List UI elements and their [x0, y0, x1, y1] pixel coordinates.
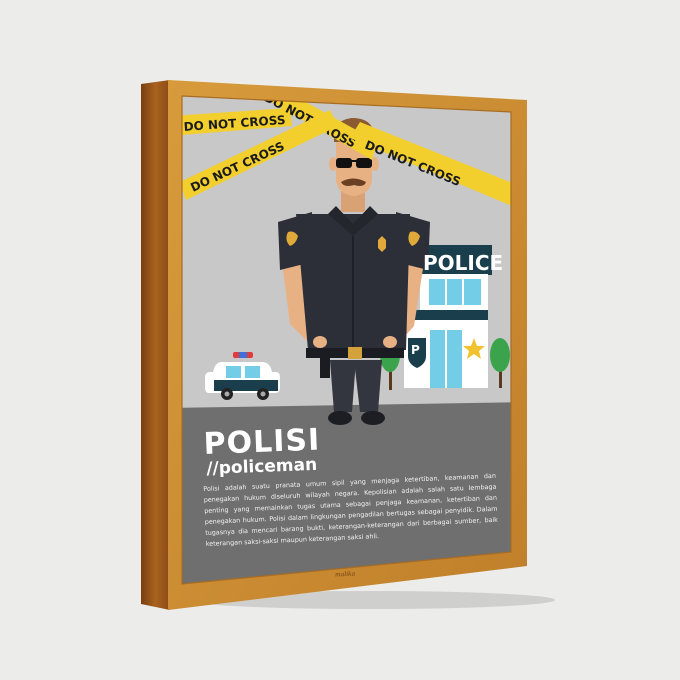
station-letter: P [411, 343, 420, 357]
frame-side [141, 80, 170, 610]
framed-poster-photo: DO NOT CROSS DO NOT CROSS DO NOT CROSS D… [141, 80, 555, 610]
poster: DO NOT CROSS DO NOT CROSS DO NOT CROSS D… [182, 96, 511, 584]
station-sign: POLICE [423, 251, 503, 275]
